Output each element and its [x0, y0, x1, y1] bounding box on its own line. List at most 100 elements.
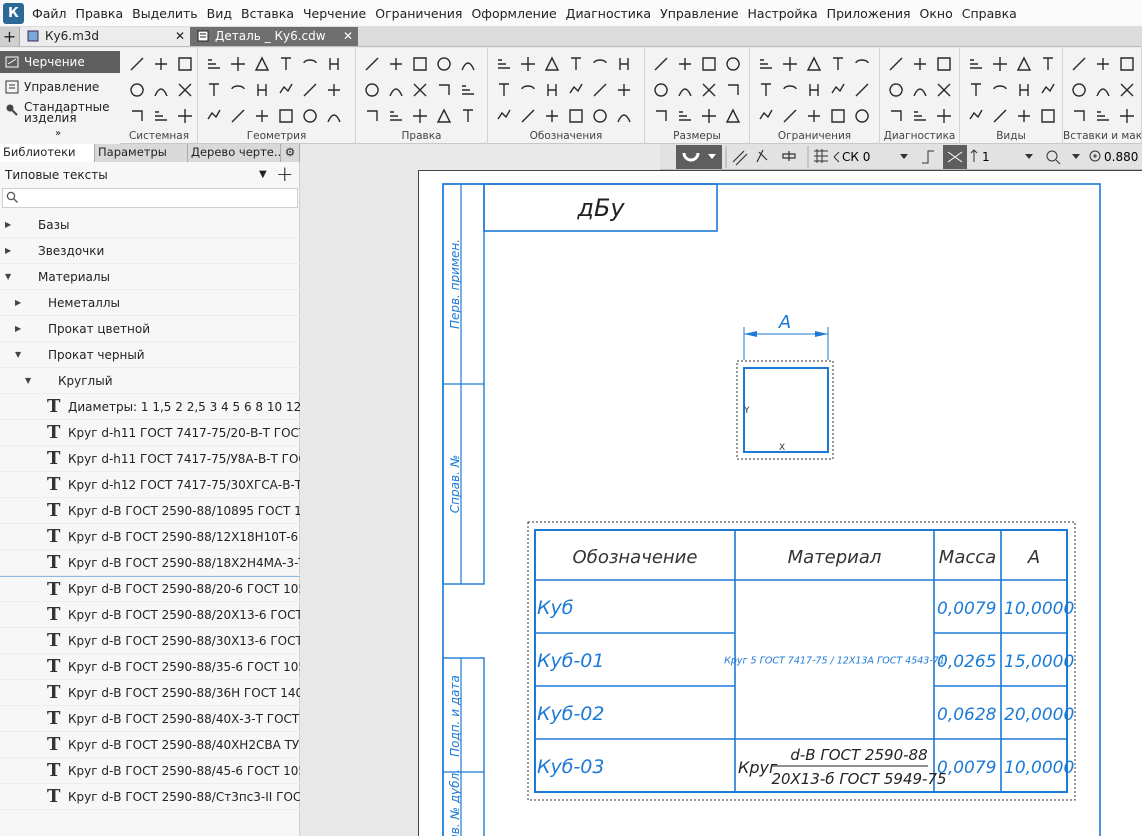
ribbon-tool-icon[interactable]: [202, 104, 226, 128]
ribbon-tool-icon[interactable]: [697, 104, 721, 128]
ribbon-tool-icon[interactable]: [778, 78, 802, 102]
ribbon-tool-icon[interactable]: [274, 104, 298, 128]
ribbon-tool-icon[interactable]: [649, 52, 673, 76]
close-icon[interactable]: ✕: [175, 27, 185, 45]
menu-item[interactable]: Диагностика: [566, 6, 651, 21]
expand-arrow-icon[interactable]: ▶: [5, 246, 11, 255]
close-icon[interactable]: ✕: [343, 27, 353, 45]
ribbon-tool-icon[interactable]: [649, 78, 673, 102]
ribbon-tool-icon[interactable]: [1036, 78, 1060, 102]
a-value-cell[interactable]: 10,0000: [1004, 758, 1074, 778]
ribbon-tool-icon[interactable]: [226, 52, 250, 76]
ribbon-tool-icon[interactable]: [149, 52, 173, 76]
ribbon-tool-icon[interactable]: [1036, 52, 1060, 76]
cs-icon[interactable]: [833, 151, 840, 163]
tree-folder-item[interactable]: ▶ Прокат цветной: [0, 316, 300, 342]
ribbon-tool-icon[interactable]: [384, 78, 408, 102]
collapse-arrow-icon[interactable]: ▼: [5, 272, 11, 281]
ribbon-tool-icon[interactable]: [673, 52, 697, 76]
snap-magnet-icon-bg[interactable]: [676, 145, 722, 169]
ribbon-tool-icon[interactable]: [360, 78, 384, 102]
library-text-item[interactable]: T Круг d-В ГОСТ 2590-88/40ХН2СВА ТУ14-1-: [0, 732, 300, 758]
parallel-icon[interactable]: [732, 150, 748, 166]
ribbon-tool-icon[interactable]: [516, 78, 540, 102]
ribbon-tool-icon[interactable]: [408, 52, 432, 76]
ribbon-tool-icon[interactable]: [673, 104, 697, 128]
ribbon-tool-icon[interactable]: [721, 104, 745, 128]
ribbon-tool-icon[interactable]: [250, 104, 274, 128]
dropdown-arrow-icon[interactable]: [1025, 154, 1033, 159]
local-snap-icon[interactable]: [756, 149, 768, 163]
app-logo-icon[interactable]: К: [3, 3, 24, 24]
ribbon-tool-icon[interactable]: [540, 104, 564, 128]
ribbon-tool-icon[interactable]: [988, 52, 1012, 76]
ribbon-tool-icon[interactable]: [360, 52, 384, 76]
ribbon-tool-icon[interactable]: [274, 52, 298, 76]
menu-item[interactable]: Вставка: [241, 6, 294, 21]
library-text-item[interactable]: T Круг d-h11 ГОСТ 7417-75/20-В-Т ГОСТ 105…: [0, 420, 300, 446]
ribbon-tool-icon[interactable]: [932, 52, 956, 76]
ribbon-tool-icon[interactable]: [932, 78, 956, 102]
ribbon-tool-icon[interactable]: [149, 104, 173, 128]
ribbon-tool-icon[interactable]: [432, 52, 456, 76]
ribbon-tool-icon[interactable]: [173, 52, 197, 76]
ribbon-tool-icon[interactable]: [612, 104, 636, 128]
ribbon-tool-icon[interactable]: [149, 78, 173, 102]
ribbon-tool-icon[interactable]: [754, 78, 778, 102]
library-text-item[interactable]: T Круг d-В ГОСТ 2590-88/Ст3пс3-II ГОСТ 53…: [0, 784, 300, 810]
menu-item[interactable]: Файл: [32, 6, 67, 21]
ribbon-tool-icon[interactable]: [588, 78, 612, 102]
ribbon-tool-icon[interactable]: [1067, 104, 1091, 128]
ribbon-tool-icon[interactable]: [802, 78, 826, 102]
ribbon-tool-icon[interactable]: [850, 52, 874, 76]
library-text-item[interactable]: T Круг d-h11 ГОСТ 7417-75/У8А-В-Т ГОСТ 14…: [0, 446, 300, 472]
library-text-item[interactable]: T Круг d-В ГОСТ 2590-88/30Х13-6 ГОСТ 5949…: [0, 628, 300, 654]
ribbon-tool-icon[interactable]: [1067, 52, 1091, 76]
table-header-cell[interactable]: A: [1027, 547, 1040, 568]
ribbon-tool-icon[interactable]: [908, 52, 932, 76]
designation-cell[interactable]: Куб-03: [537, 756, 604, 778]
ribbon-tool-icon[interactable]: [564, 52, 588, 76]
library-text-item[interactable]: T Круг d-В ГОСТ 2590-88/10895 ГОСТ 11036-…: [0, 498, 300, 524]
ribbon-tool-icon[interactable]: [754, 104, 778, 128]
ribbon-tool-icon[interactable]: [250, 78, 274, 102]
new-tab-plus-icon[interactable]: +: [0, 27, 20, 46]
menu-item[interactable]: Справка: [962, 6, 1017, 21]
designation-cell[interactable]: Куб-01: [537, 650, 604, 672]
layer-icon[interactable]: [970, 149, 978, 162]
menu-item[interactable]: Управление: [660, 6, 738, 21]
mass-cell[interactable]: 0,0628: [937, 705, 997, 725]
material-numerator[interactable]: d-В ГОСТ 2590-88: [790, 746, 927, 764]
zoom-window-icon[interactable]: [1046, 150, 1058, 162]
table-header-cell[interactable]: Масса: [939, 547, 996, 568]
ribbon-tool-icon[interactable]: [908, 78, 932, 102]
a-value-cell[interactable]: 20,0000: [1004, 705, 1074, 725]
designation-cell[interactable]: Куб-02: [537, 703, 604, 725]
a-value-cell[interactable]: 10,0000: [1004, 599, 1074, 619]
ribbon-tool-icon[interactable]: [432, 104, 456, 128]
ribbon-tool-icon[interactable]: [1036, 104, 1060, 128]
ribbon-tool-icon[interactable]: [826, 78, 850, 102]
library-text-item[interactable]: T Круг d-В ГОСТ 2590-88/18Х2Н4МА-3-Т ГОСТ: [0, 550, 300, 576]
ribbon-tool-icon[interactable]: [697, 78, 721, 102]
ribbon-tool-icon[interactable]: [850, 104, 874, 128]
mass-cell[interactable]: 0,0265: [937, 652, 996, 672]
library-text-item[interactable]: T Круг d-В ГОСТ 2590-88/12Х18Н10Т-6 ГОСТ: [0, 524, 300, 550]
nav-standard-parts[interactable]: Стандартные изделия: [0, 100, 120, 126]
ribbon-tool-icon[interactable]: [173, 104, 197, 128]
ribbon-tool-icon[interactable]: [492, 78, 516, 102]
ribbon-tool-icon[interactable]: [884, 52, 908, 76]
ribbon-tool-icon[interactable]: [173, 78, 197, 102]
ribbon-tool-icon[interactable]: [826, 104, 850, 128]
ribbon-tool-icon[interactable]: [778, 104, 802, 128]
material-merged-cell[interactable]: Круг 5 ГОСТ 7417-75 / 12Х13А ГОСТ 4543-7…: [724, 656, 945, 667]
ribbon-tool-icon[interactable]: [202, 78, 226, 102]
ribbon-tool-icon[interactable]: [697, 52, 721, 76]
library-text-item[interactable]: T Круг d-h12 ГОСТ 7417-75/30ХГСА-В-Т ГОСТ: [0, 472, 300, 498]
ribbon-tool-icon[interactable]: [1115, 104, 1139, 128]
ribbon-tool-icon[interactable]: [456, 78, 480, 102]
ribbon-tool-icon[interactable]: [540, 78, 564, 102]
ribbon-tool-icon[interactable]: [884, 78, 908, 102]
ribbon-tool-icon[interactable]: [1012, 104, 1036, 128]
ribbon-tool-icon[interactable]: [1115, 78, 1139, 102]
